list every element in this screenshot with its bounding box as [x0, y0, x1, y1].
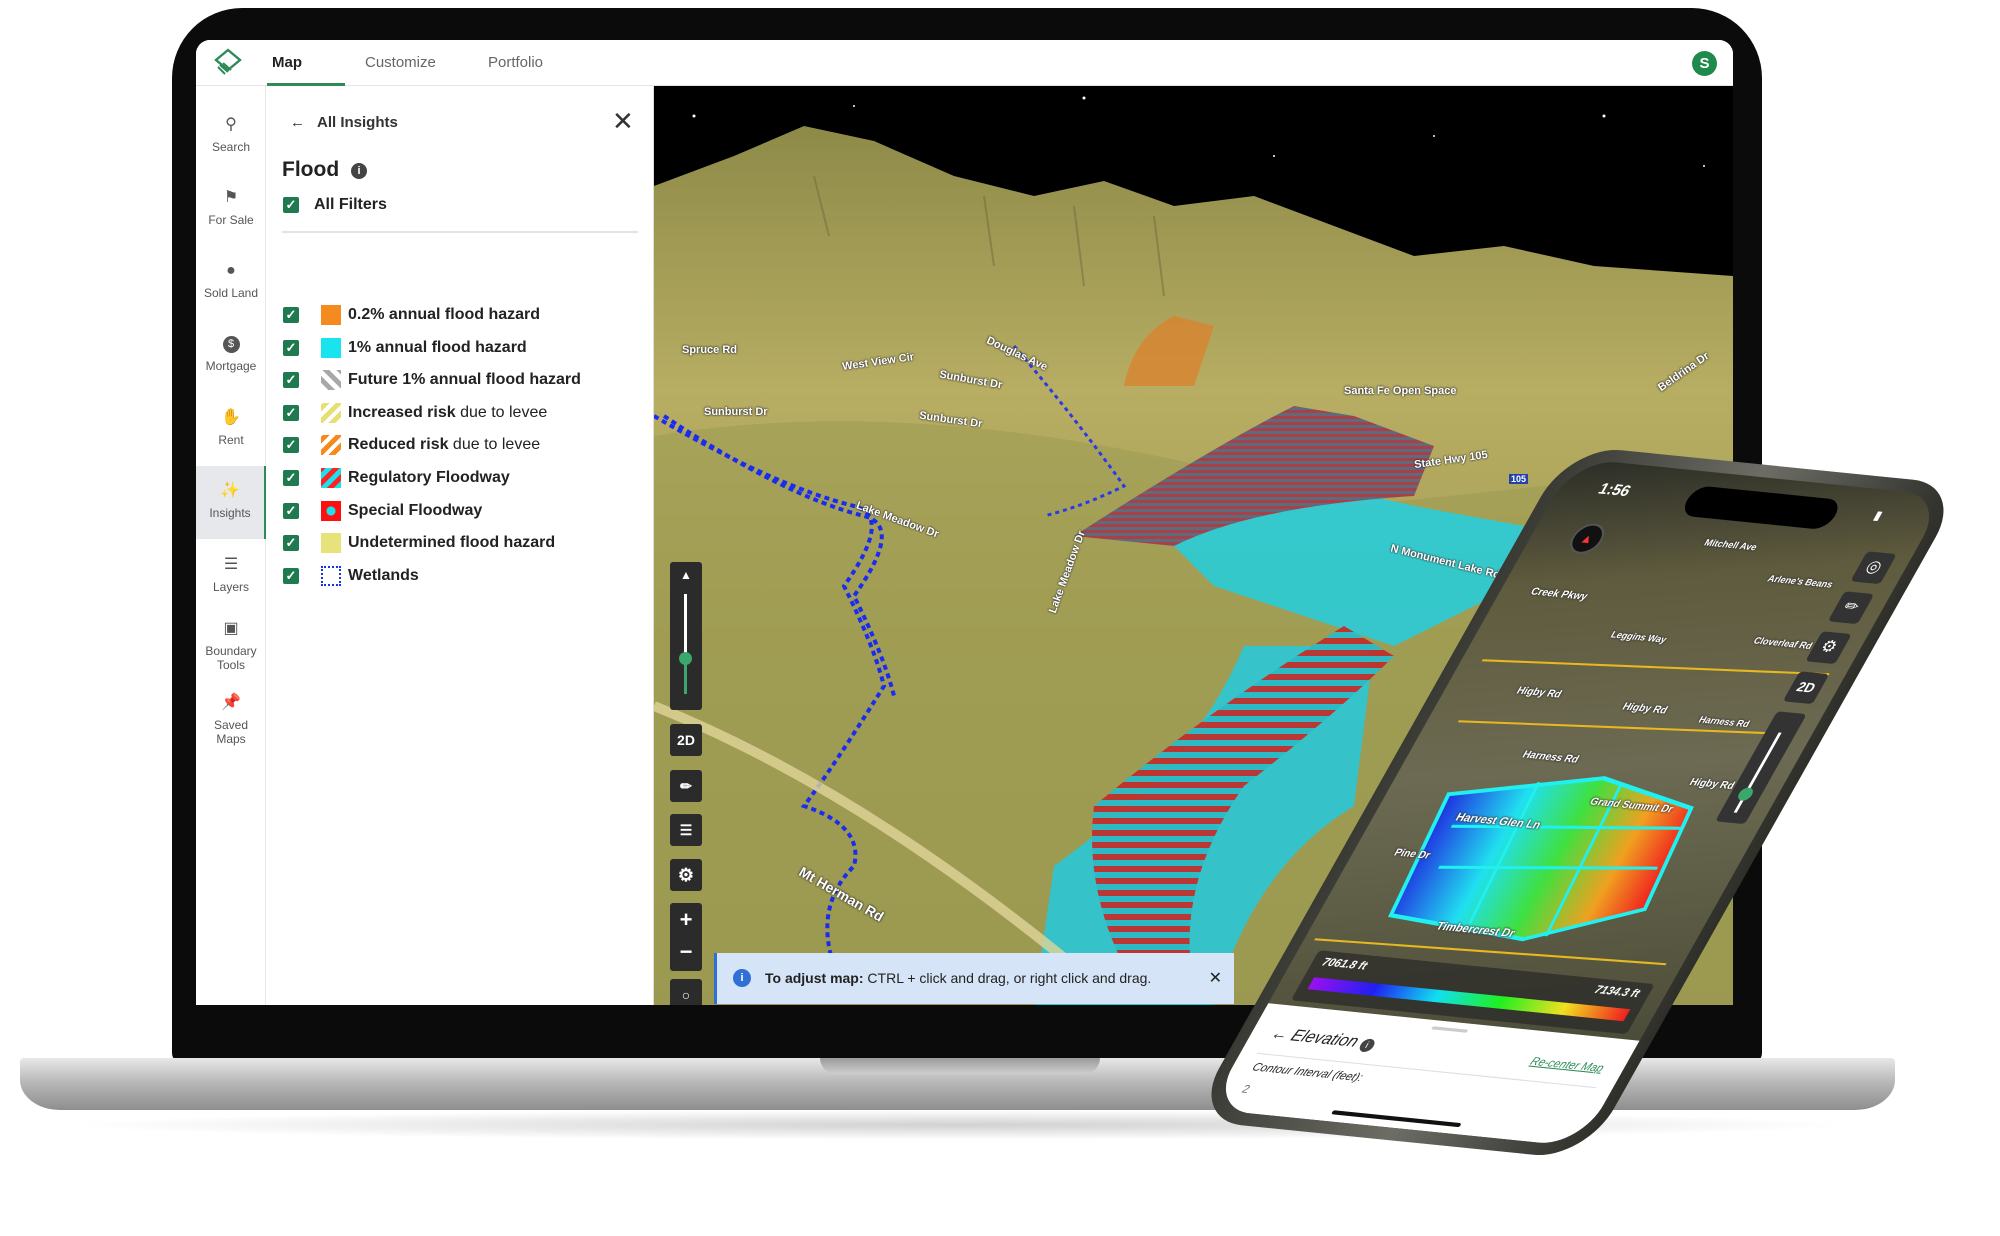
filter-swatch: [321, 533, 341, 554]
sidebar-item-insights[interactable]: ✨ Insights: [196, 466, 266, 539]
filter-checkbox[interactable]: ✓: [283, 404, 299, 421]
filter-label[interactable]: Special Floodway: [348, 502, 482, 520]
mountain-icon: ▲: [680, 568, 692, 582]
flag-icon: ⚑: [223, 189, 239, 206]
banner-bold-text: To adjust map:: [765, 970, 864, 986]
back-to-all-insights[interactable]: ← All Insights: [290, 114, 398, 131]
zoom-controls: + −: [670, 903, 702, 971]
arrow-left-icon: ←: [290, 114, 305, 131]
contour-interval-label: Contour Interval (feet):: [1249, 1061, 1366, 1085]
filter-label[interactable]: 0.2% annual flood hazard: [348, 306, 540, 324]
sidebar-item-boundary-tools[interactable]: ▣ Boundary Tools: [196, 620, 266, 672]
filter-checkbox[interactable]: ✓: [283, 339, 299, 356]
filter-label[interactable]: Increased risk due to levee: [348, 404, 547, 422]
zoom-in-button[interactable]: +: [670, 903, 702, 937]
elevation-min: 7061.8 ft: [1319, 956, 1370, 973]
filter-checkbox[interactable]: ✓: [283, 307, 299, 323]
filter-checkbox[interactable]: ✓: [283, 567, 299, 584]
pin-icon: 📌: [221, 694, 241, 711]
zoom-out-button[interactable]: −: [670, 937, 702, 971]
close-icon[interactable]: ✕: [612, 106, 634, 137]
sparkle-chart-icon: ✨: [220, 482, 240, 499]
slider-handle[interactable]: [679, 652, 692, 665]
filter-swatch: [321, 435, 341, 456]
sidebar-item-sold-land[interactable]: ● Sold Land: [196, 262, 266, 300]
filter-label[interactable]: Undetermined flood hazard: [348, 534, 555, 552]
ruler-icon[interactable]: ✏: [670, 770, 702, 802]
avatar[interactable]: S: [1692, 51, 1717, 76]
contour-interval-input[interactable]: 2: [1239, 1083, 1252, 1096]
tab-map[interactable]: Map: [272, 54, 302, 71]
filter-swatch: [321, 565, 341, 586]
filter-swatch: [321, 337, 341, 358]
dollar-icon: $: [222, 336, 240, 353]
filter-checkbox[interactable]: ✓: [283, 470, 299, 486]
boundary-icon: ▣: [223, 620, 239, 637]
sheet-handle[interactable]: [1431, 1026, 1469, 1033]
search-icon: ⚲: [225, 116, 237, 133]
filter-label[interactable]: Regulatory Floodway: [348, 469, 510, 487]
highway-shield: 105: [1509, 474, 1529, 484]
filter-label[interactable]: Future 1% annual flood hazard: [348, 371, 581, 389]
info-icon: i: [733, 969, 751, 987]
filter-checkbox[interactable]: ✓: [283, 535, 299, 552]
filter-label[interactable]: 1% annual flood hazard: [348, 339, 527, 357]
sidebar-item-for-sale[interactable]: ⚑ For Sale: [196, 189, 266, 227]
all-filters-checkbox[interactable]: ✓: [283, 197, 299, 213]
filter-swatch: [321, 468, 341, 488]
filter-swatch: [321, 402, 341, 423]
info-icon[interactable]: i: [351, 163, 367, 179]
gear-icon[interactable]: ⚙: [670, 859, 702, 891]
filter-label[interactable]: Reduced risk due to levee: [348, 436, 540, 454]
laptop-notch: [820, 1058, 1100, 1074]
recenter-map-link[interactable]: Re-center Map: [1528, 1056, 1607, 1075]
filter-swatch: [321, 370, 341, 391]
road-label: Sunburst Dr: [704, 406, 768, 418]
sidebar-item-mortgage[interactable]: $ Mortgage: [196, 336, 266, 373]
tilt-slider[interactable]: ▲: [670, 562, 702, 710]
logo-icon: [214, 48, 242, 75]
divider: [282, 231, 638, 233]
layers-icon: ☰: [223, 556, 239, 573]
hand-dollar-icon: ✋: [221, 409, 241, 426]
compass-icon[interactable]: ○: [670, 979, 702, 1005]
map-hint-banner: i To adjust map: CTRL + click and drag, …: [714, 953, 1234, 1004]
filter-checkbox[interactable]: ✓: [283, 437, 299, 454]
layers-icon[interactable]: ☰: [670, 814, 702, 846]
filter-swatch: [321, 500, 341, 521]
insights-panel: ← All Insights ✕ Flood i ✓ All Filters ✓ …: [266, 86, 654, 1005]
filter-label[interactable]: Wetlands: [348, 567, 419, 585]
sidebar-item-rent[interactable]: ✋ Rent: [196, 409, 266, 447]
back-button[interactable]: ← Elevation i: [1267, 1025, 1380, 1053]
sidebar-item-search[interactable]: ⚲ Search: [196, 116, 266, 154]
panel-title: Flood i: [282, 158, 367, 182]
close-icon[interactable]: ✕: [1209, 953, 1222, 1004]
filter-checkbox[interactable]: ✓: [283, 502, 299, 519]
filter-checkbox[interactable]: ✓: [283, 372, 299, 389]
map-pin-icon: ●: [226, 262, 236, 279]
all-filters-label: All Filters: [314, 196, 387, 213]
elevation-max: 7134.3 ft: [1591, 983, 1643, 1001]
sidebar: ⚲ Search ⚑ For Sale ● Sold Land $ Mortgage ✋…: [196, 86, 266, 1005]
banner-text: CTRL + click and drag, or right click an…: [863, 970, 1152, 986]
top-bar: Map Customize Portfolio S: [196, 40, 1733, 86]
sidebar-item-layers[interactable]: ☰ Layers: [196, 556, 266, 594]
tab-customize[interactable]: Customize: [365, 54, 436, 71]
road-label: Spruce Rd: [682, 344, 738, 356]
sidebar-item-saved-maps[interactable]: 📌 Saved Maps: [196, 694, 266, 746]
tab-portfolio[interactable]: Portfolio: [488, 54, 543, 71]
info-icon: i: [1356, 1038, 1377, 1053]
filter-swatch: [321, 305, 341, 325]
road-label: Santa Fe Open Space: [1344, 385, 1457, 397]
2d-toggle-button[interactable]: 2D: [670, 724, 702, 756]
